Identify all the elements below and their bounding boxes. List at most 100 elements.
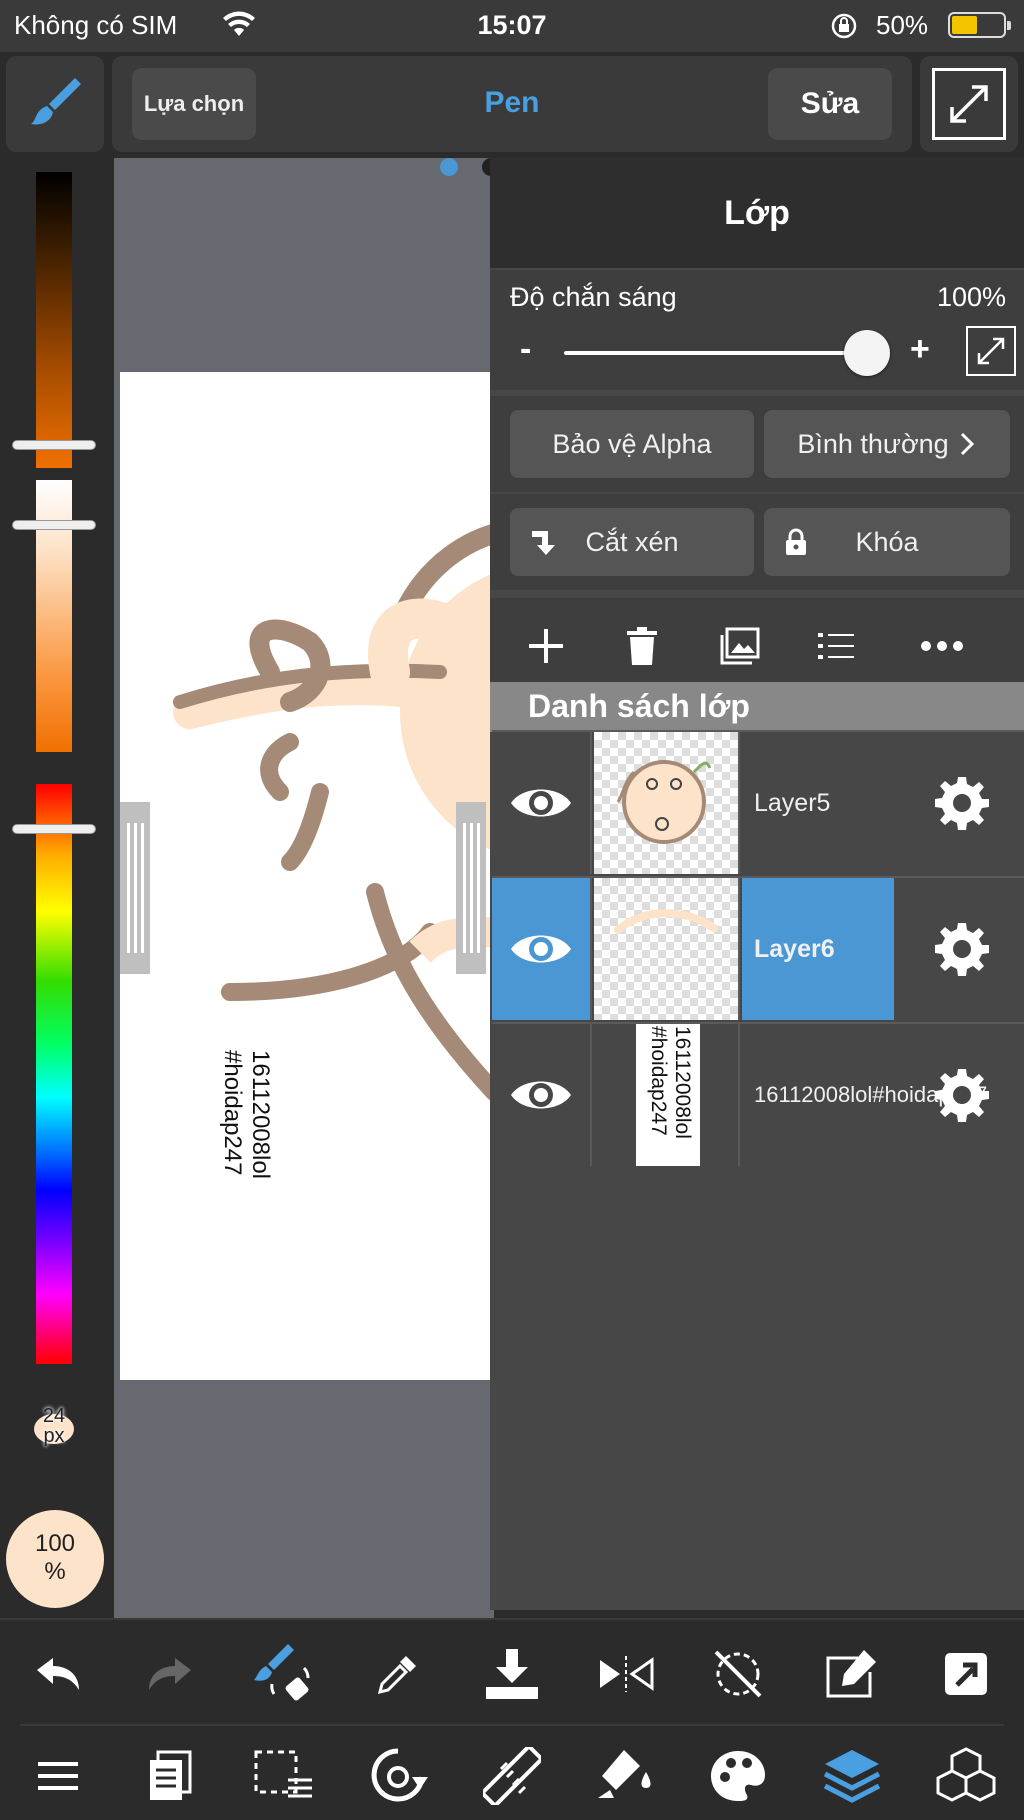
layer-row[interactable]: 16112008lol #hoidap247 16112008lol #hoidap… xyxy=(492,1022,1024,1166)
brightness-slider-knob[interactable] xyxy=(12,440,96,450)
chevron-right-icon xyxy=(960,432,974,456)
edit-button[interactable]: Sửa xyxy=(768,68,892,140)
battery-percent: 50% xyxy=(876,10,929,40)
opacity-increase-button[interactable]: + xyxy=(910,330,930,369)
brush-swap-button[interactable] xyxy=(246,1636,322,1712)
top-toolbar: Lựa chọn Pen Sửa xyxy=(0,52,1024,158)
redo-icon xyxy=(149,1658,191,1690)
blend-mode-button[interactable]: Bình thường xyxy=(764,410,1010,478)
visibility-toggle[interactable] xyxy=(492,878,592,1020)
bottom-toolbar xyxy=(0,1618,1024,1820)
pages-button[interactable] xyxy=(132,1738,208,1814)
saturation-slider-knob[interactable] xyxy=(12,520,96,530)
brightness-slider[interactable] xyxy=(36,172,72,468)
gear-icon xyxy=(935,777,989,830)
brush-opacity-value: 100 xyxy=(34,1530,76,1557)
lock-label: Khóa xyxy=(855,526,919,557)
layer-thumbnail xyxy=(594,878,740,1020)
layer-list-button[interactable] xyxy=(812,622,860,670)
transform-icon xyxy=(371,1748,428,1802)
list-icon xyxy=(818,633,854,659)
right-drag-handle[interactable] xyxy=(456,802,486,974)
pages-icon xyxy=(150,1750,192,1800)
visibility-toggle[interactable] xyxy=(492,1024,592,1166)
lock-button[interactable]: Khóa xyxy=(764,508,1010,576)
layer-opacity-slider[interactable] xyxy=(564,351,884,355)
rotate-lock-button[interactable] xyxy=(700,1636,776,1712)
materials-icon xyxy=(936,1747,996,1802)
undo-button[interactable] xyxy=(20,1636,96,1712)
undo-icon xyxy=(37,1658,79,1690)
fullscreen-button[interactable] xyxy=(920,56,1018,152)
layer-name[interactable]: Layer6 xyxy=(754,878,835,1020)
more-options-button[interactable] xyxy=(918,622,966,670)
drawing-canvas[interactable] xyxy=(120,372,494,1380)
blend-mode-label: Bình thường xyxy=(797,428,949,459)
alpha-protect-button[interactable]: Bảo vệ Alpha xyxy=(510,410,754,478)
brush-icon xyxy=(25,72,85,137)
eye-icon xyxy=(511,789,571,817)
hue-slider[interactable] xyxy=(36,784,72,1364)
left-drag-handle[interactable] xyxy=(120,802,150,974)
layer-row[interactable]: Layer5 xyxy=(492,730,1024,874)
edit-icon xyxy=(826,1650,876,1698)
layer-settings-button[interactable] xyxy=(900,878,1024,1020)
flip-icon xyxy=(600,1656,654,1692)
redo-button[interactable] xyxy=(132,1636,208,1712)
layer-thumbnail xyxy=(594,732,740,874)
layer-list-title: Danh sách lớp xyxy=(490,682,1024,732)
layer-thumbnail: 16112008lol #hoidap247 xyxy=(594,1024,740,1166)
eyedropper-button[interactable] xyxy=(360,1636,436,1712)
hue-slider-knob[interactable] xyxy=(12,824,96,834)
selection-tool-button[interactable] xyxy=(246,1738,322,1814)
image-icon xyxy=(720,627,760,665)
save-button[interactable] xyxy=(474,1636,550,1712)
eye-icon xyxy=(511,1081,571,1109)
add-icon xyxy=(529,629,563,663)
visibility-toggle[interactable] xyxy=(492,732,592,874)
layer-settings-button[interactable] xyxy=(900,1024,1024,1166)
layer-name[interactable]: Layer5 xyxy=(754,732,830,874)
layer-panel: Lớp Độ chắn sáng 100% - + Bảo vệ Alpha B… xyxy=(490,158,1024,1610)
layers-button[interactable] xyxy=(814,1738,890,1814)
tool-title-bar: Lựa chọn Pen Sửa xyxy=(112,56,912,152)
layer-row-selected[interactable]: Layer6 xyxy=(492,876,1024,1020)
add-layer-button[interactable] xyxy=(522,622,570,670)
flip-button[interactable] xyxy=(588,1636,664,1712)
layer-thumbnail-text: 16112008lol #hoidap247 xyxy=(646,1026,694,1139)
fill-icon xyxy=(598,1750,651,1798)
ruler-button[interactable] xyxy=(474,1738,550,1814)
brush-opacity-button[interactable]: 100% xyxy=(6,1510,104,1608)
menu-button[interactable] xyxy=(20,1738,96,1814)
transform-button[interactable] xyxy=(360,1738,436,1814)
fill-tool-button[interactable] xyxy=(588,1738,664,1814)
ruler-icon xyxy=(483,1747,541,1805)
download-icon xyxy=(486,1649,538,1699)
gear-icon xyxy=(935,923,989,976)
brush-swap-icon xyxy=(254,1644,310,1701)
lock-icon xyxy=(786,528,806,555)
layer-settings-button[interactable] xyxy=(900,732,1024,874)
share-icon xyxy=(945,1653,987,1695)
layer-image-button[interactable] xyxy=(716,622,764,670)
canvas-text-line2: #hoidap247 xyxy=(219,1050,246,1176)
brush-size-value: 24 xyxy=(42,1405,66,1427)
clipping-button[interactable]: Cắt xén xyxy=(510,508,754,576)
canvas-text-line1: 16112008lol xyxy=(247,1050,274,1180)
share-button[interactable] xyxy=(928,1636,1004,1712)
eyedropper-icon xyxy=(377,1656,416,1695)
brush-tool-button[interactable] xyxy=(6,56,104,152)
color-sidebar: 24 px 100% xyxy=(0,158,114,1618)
menu-icon xyxy=(38,1762,78,1790)
layer-opacity-slider-thumb[interactable] xyxy=(844,330,890,376)
opacity-expand-button[interactable] xyxy=(966,326,1016,376)
layer-thumbnail-text-line1: 16112008lol xyxy=(671,1026,694,1139)
clipping-icon xyxy=(532,531,555,555)
opacity-decrease-button[interactable]: - xyxy=(520,330,531,369)
edit-canvas-button[interactable] xyxy=(814,1636,890,1712)
layer-options-row-2: Cắt xén Khóa xyxy=(490,494,1024,590)
palette-button[interactable] xyxy=(700,1738,776,1814)
layer-name-line1: 16112008lol xyxy=(754,1082,873,1107)
delete-layer-button[interactable] xyxy=(618,622,666,670)
materials-button[interactable] xyxy=(928,1738,1004,1814)
